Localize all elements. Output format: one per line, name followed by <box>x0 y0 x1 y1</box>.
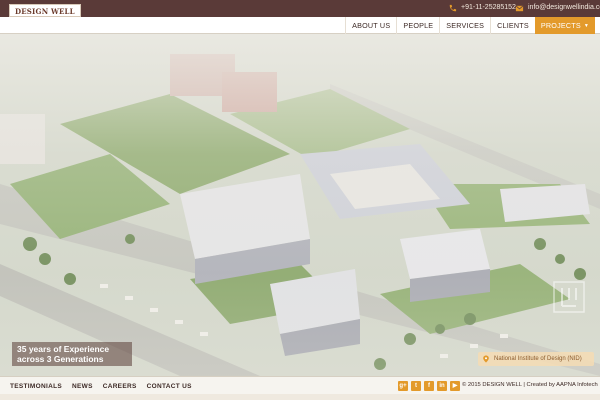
footer-link-news[interactable]: NEWS <box>72 383 93 390</box>
footer-link-careers[interactable]: CAREERS <box>103 383 137 390</box>
tagline-line-2: across 3 Generations <box>17 354 104 364</box>
footer: TESTIMONIALS NEWS CAREERS CONTACT US g+ … <box>0 376 600 400</box>
nav-clients[interactable]: CLIENTS <box>490 17 535 34</box>
social-links: g+ t f in ▶ <box>398 381 460 391</box>
nav-services[interactable]: SERVICES <box>439 17 490 34</box>
email-address: info@designwellindia.com <box>528 4 600 11</box>
main-navigation-bar: ABOUT US PEOPLE SERVICES CLIENTS PROJECT… <box>0 17 600 34</box>
caption-text: National Institute of Design (NID) <box>494 356 582 362</box>
phone-number: +91-11-25285152 <box>461 4 516 11</box>
phone-icon <box>449 4 457 11</box>
google-plus-icon[interactable]: g+ <box>398 381 408 391</box>
youtube-icon[interactable]: ▶ <box>450 381 460 391</box>
experience-tagline: 35 years of Experience across 3 Generati… <box>12 342 132 366</box>
nav-projects[interactable]: PROJECTS ▼ <box>534 17 595 34</box>
main-nav: ABOUT US PEOPLE SERVICES CLIENTS PROJECT… <box>345 17 595 34</box>
hero-banner <box>0 34 600 376</box>
footer-links: TESTIMONIALS NEWS CAREERS CONTACT US <box>10 377 192 395</box>
nav-projects-label: PROJECTS <box>540 21 581 30</box>
chevron-down-icon: ▼ <box>583 22 589 29</box>
footer-link-testimonials[interactable]: TESTIMONIALS <box>10 383 62 390</box>
nav-about-us[interactable]: ABOUT US <box>345 17 396 34</box>
contact-email[interactable]: info@designwellindia.com <box>515 3 600 13</box>
footer-link-contact-us[interactable]: CONTACT US <box>147 383 192 390</box>
contact-phone[interactable]: +91-11-25285152 <box>448 3 516 13</box>
mail-icon <box>515 5 524 11</box>
footer-bottom-strip <box>0 394 600 400</box>
copyright-text: © 2015 DESIGN WELL | Created by AAPNA In… <box>462 382 598 388</box>
linkedin-icon[interactable]: in <box>437 381 447 391</box>
location-pin-icon <box>483 355 489 363</box>
project-caption[interactable]: National Institute of Design (NID) <box>478 352 594 366</box>
tagline-line-1: 35 years of Experience <box>17 344 110 354</box>
twitter-icon[interactable]: t <box>411 381 421 391</box>
hero-fog-overlay <box>0 34 600 376</box>
site-logo[interactable]: DESIGN WELL <box>9 4 81 17</box>
design-well-watermark-logo <box>553 281 585 313</box>
nav-people[interactable]: PEOPLE <box>396 17 439 34</box>
top-bar: DESIGN WELL +91-11-25285152 info@designw… <box>0 0 600 17</box>
facebook-icon[interactable]: f <box>424 381 434 391</box>
